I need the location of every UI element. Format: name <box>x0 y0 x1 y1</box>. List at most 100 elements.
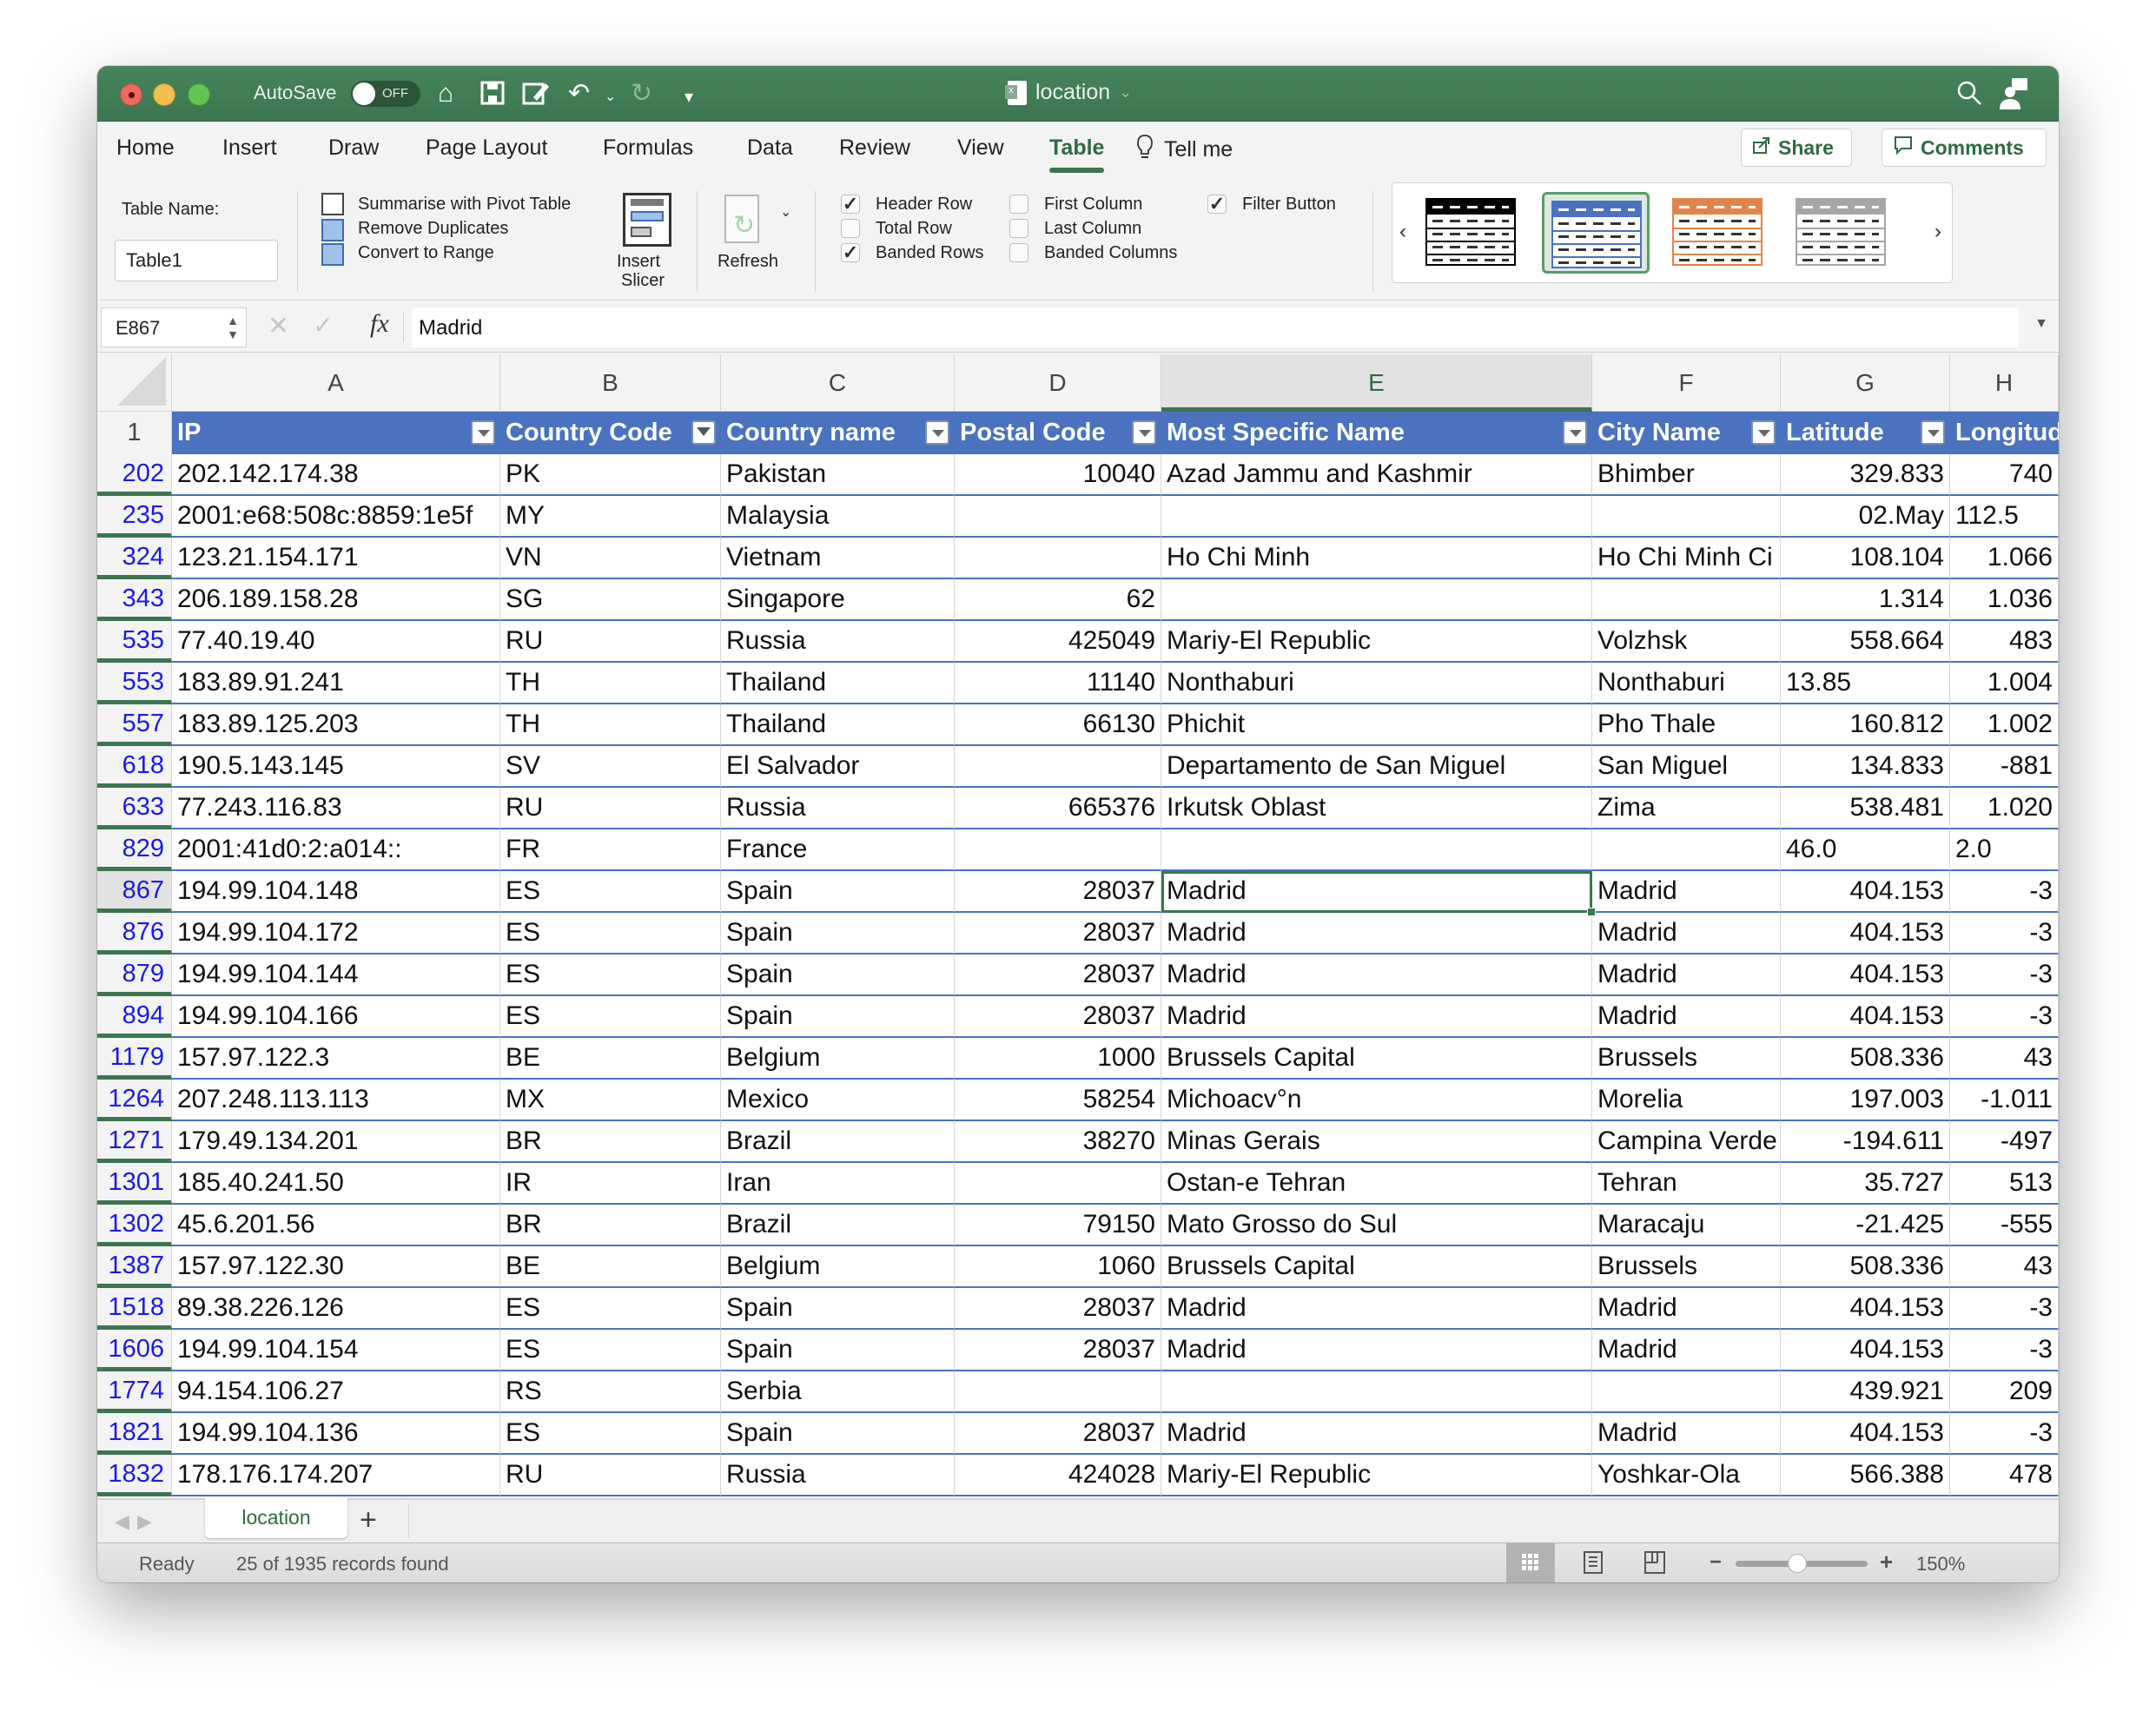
table-cell[interactable]: MY <box>500 496 721 538</box>
table-cell[interactable]: Madrid <box>1592 913 1781 955</box>
table-cell[interactable]: Spain <box>721 871 955 913</box>
row-header-876[interactable]: 876 <box>97 913 172 955</box>
table-cell[interactable]: 38270 <box>955 1121 1161 1163</box>
table-cell[interactable]: Madrid <box>1161 1288 1592 1330</box>
table-cell[interactable]: Spain <box>721 1288 955 1330</box>
row-header-1774[interactable]: 1774 <box>97 1371 172 1413</box>
banded-rows-checkbox[interactable]: ✓ <box>841 243 860 262</box>
table-cell[interactable]: 66130 <box>955 704 1161 746</box>
add-sheet-button[interactable]: + <box>360 1503 377 1537</box>
table-cell[interactable]: -881 <box>1950 746 2059 788</box>
table-style-orange[interactable] <box>1665 192 1773 274</box>
table-cell[interactable]: 329.833 <box>1781 454 1950 496</box>
row-header-1271[interactable]: 1271 <box>97 1121 172 1163</box>
table-cell[interactable]: Madrid <box>1592 955 1781 996</box>
table-cell[interactable]: 94.154.106.27 <box>172 1371 500 1413</box>
table-cell[interactable]: FR <box>500 829 721 871</box>
table-cell[interactable]: BR <box>500 1205 721 1246</box>
table-cell[interactable]: 183.89.125.203 <box>172 704 500 746</box>
filter-dropdown-button[interactable] <box>1563 420 1587 445</box>
total-row-checkbox[interactable] <box>841 219 860 238</box>
table-cell[interactable]: Madrid <box>1161 871 1592 913</box>
table-cell[interactable]: -1.011 <box>1950 1080 2059 1121</box>
table-cell[interactable]: 77.243.116.83 <box>172 788 500 829</box>
row-header-894[interactable]: 894 <box>97 996 172 1038</box>
table-cell[interactable]: BR <box>500 1121 721 1163</box>
column-header-h[interactable]: H <box>1950 354 2059 412</box>
document-title[interactable]: location ⌄ <box>1005 80 1132 105</box>
name-box[interactable]: E867 ▲ ▼ <box>101 307 247 347</box>
table-cell[interactable]: 404.153 <box>1781 913 1950 955</box>
enter-icon[interactable]: ✓ <box>313 311 333 340</box>
table-cell[interactable]: 1.066 <box>1950 538 2059 579</box>
table-cell[interactable]: Brazil <box>721 1121 955 1163</box>
refresh-button[interactable]: Refresh <box>718 252 778 272</box>
row-header-867[interactable]: 867 <box>97 871 172 913</box>
filter-dropdown-button[interactable] <box>471 420 495 445</box>
table-cell[interactable]: France <box>721 829 955 871</box>
table-cell[interactable] <box>1161 579 1592 621</box>
tab-home[interactable]: Home <box>116 135 175 161</box>
close-window-button[interactable] <box>120 83 142 106</box>
insert-slicer-label-1[interactable]: Insert <box>617 252 660 272</box>
row-header-1387[interactable]: 1387 <box>97 1246 172 1288</box>
table-cell[interactable]: 483 <box>1950 621 2059 663</box>
table-cell[interactable]: 58254 <box>955 1080 1161 1121</box>
table-cell[interactable]: 108.104 <box>1781 538 1950 579</box>
table-cell[interactable]: Serbia <box>721 1371 955 1413</box>
share-person-icon[interactable] <box>1998 76 2029 111</box>
row-header-1[interactable]: 1 <box>97 412 172 454</box>
table-cell[interactable]: RU <box>500 788 721 829</box>
table-cell[interactable]: ES <box>500 913 721 955</box>
last-column-checkbox[interactable] <box>1009 219 1028 238</box>
edit-icon[interactable] <box>521 80 551 114</box>
customize-toolbar-icon[interactable]: ▾ <box>684 82 693 113</box>
header-row-checkbox[interactable]: ✓ <box>841 195 860 214</box>
table-cell[interactable]: Nonthaburi <box>1592 663 1781 704</box>
table-name-input[interactable]: Table1 <box>115 240 278 281</box>
table-cell[interactable]: 1.004 <box>1950 663 2059 704</box>
tab-page-layout[interactable]: Page Layout <box>426 135 547 161</box>
table-cell[interactable]: 194.99.104.172 <box>172 913 500 955</box>
table-cell[interactable]: Russia <box>721 621 955 663</box>
table-cell[interactable]: 404.153 <box>1781 955 1950 996</box>
table-cell[interactable]: TH <box>500 663 721 704</box>
row-header-829[interactable]: 829 <box>97 829 172 871</box>
table-cell[interactable]: 194.99.104.136 <box>172 1413 500 1455</box>
redo-icon[interactable]: ↻ <box>631 78 652 109</box>
zoom-out-button[interactable]: − <box>1710 1550 1722 1575</box>
share-button[interactable]: Share <box>1741 129 1852 167</box>
table-cell[interactable]: 89.38.226.126 <box>172 1288 500 1330</box>
table-cell[interactable]: -3 <box>1950 871 2059 913</box>
insert-function-icon[interactable]: fx <box>370 309 389 339</box>
select-all-button[interactable] <box>97 354 172 412</box>
name-box-spinner-icon[interactable]: ▲ ▼ <box>227 314 239 341</box>
table-cell[interactable]: VN <box>500 538 721 579</box>
table-cell[interactable]: 28037 <box>955 1413 1161 1455</box>
table-cell[interactable] <box>955 496 1161 538</box>
table-cell[interactable]: 46.0 <box>1781 829 1950 871</box>
table-cell[interactable]: -194.611 <box>1781 1121 1950 1163</box>
fill-handle[interactable] <box>1587 908 1596 916</box>
table-cell[interactable]: -21.425 <box>1781 1205 1950 1246</box>
table-cell[interactable]: 178.176.174.207 <box>172 1455 500 1496</box>
table-cell[interactable]: ES <box>500 1288 721 1330</box>
table-cell[interactable] <box>955 1163 1161 1205</box>
table-cell[interactable]: 1.002 <box>1950 704 2059 746</box>
table-cell[interactable]: -3 <box>1950 1413 2059 1455</box>
table-cell[interactable]: -3 <box>1950 955 2059 996</box>
table-cell[interactable]: Departamento de San Miguel <box>1161 746 1592 788</box>
tell-me-search[interactable]: Tell me <box>1136 134 1233 166</box>
row-header-1302[interactable]: 1302 <box>97 1205 172 1246</box>
table-cell[interactable]: -3 <box>1950 1288 2059 1330</box>
table-cell[interactable]: 558.664 <box>1781 621 1950 663</box>
filter-dropdown-button[interactable] <box>691 420 716 445</box>
summarise-pivot-button[interactable]: Summarise with Pivot Table <box>358 195 571 215</box>
table-cell[interactable]: 197.003 <box>1781 1080 1950 1121</box>
comments-button[interactable]: Comments <box>1882 129 2047 167</box>
row-header-1518[interactable]: 1518 <box>97 1288 172 1330</box>
table-cell[interactable]: Yoshkar-Ola <box>1592 1455 1781 1496</box>
table-cell[interactable]: Madrid <box>1592 871 1781 913</box>
table-cell[interactable]: 2001:41d0:2:a014:: <box>172 829 500 871</box>
table-cell[interactable]: 35.727 <box>1781 1163 1950 1205</box>
